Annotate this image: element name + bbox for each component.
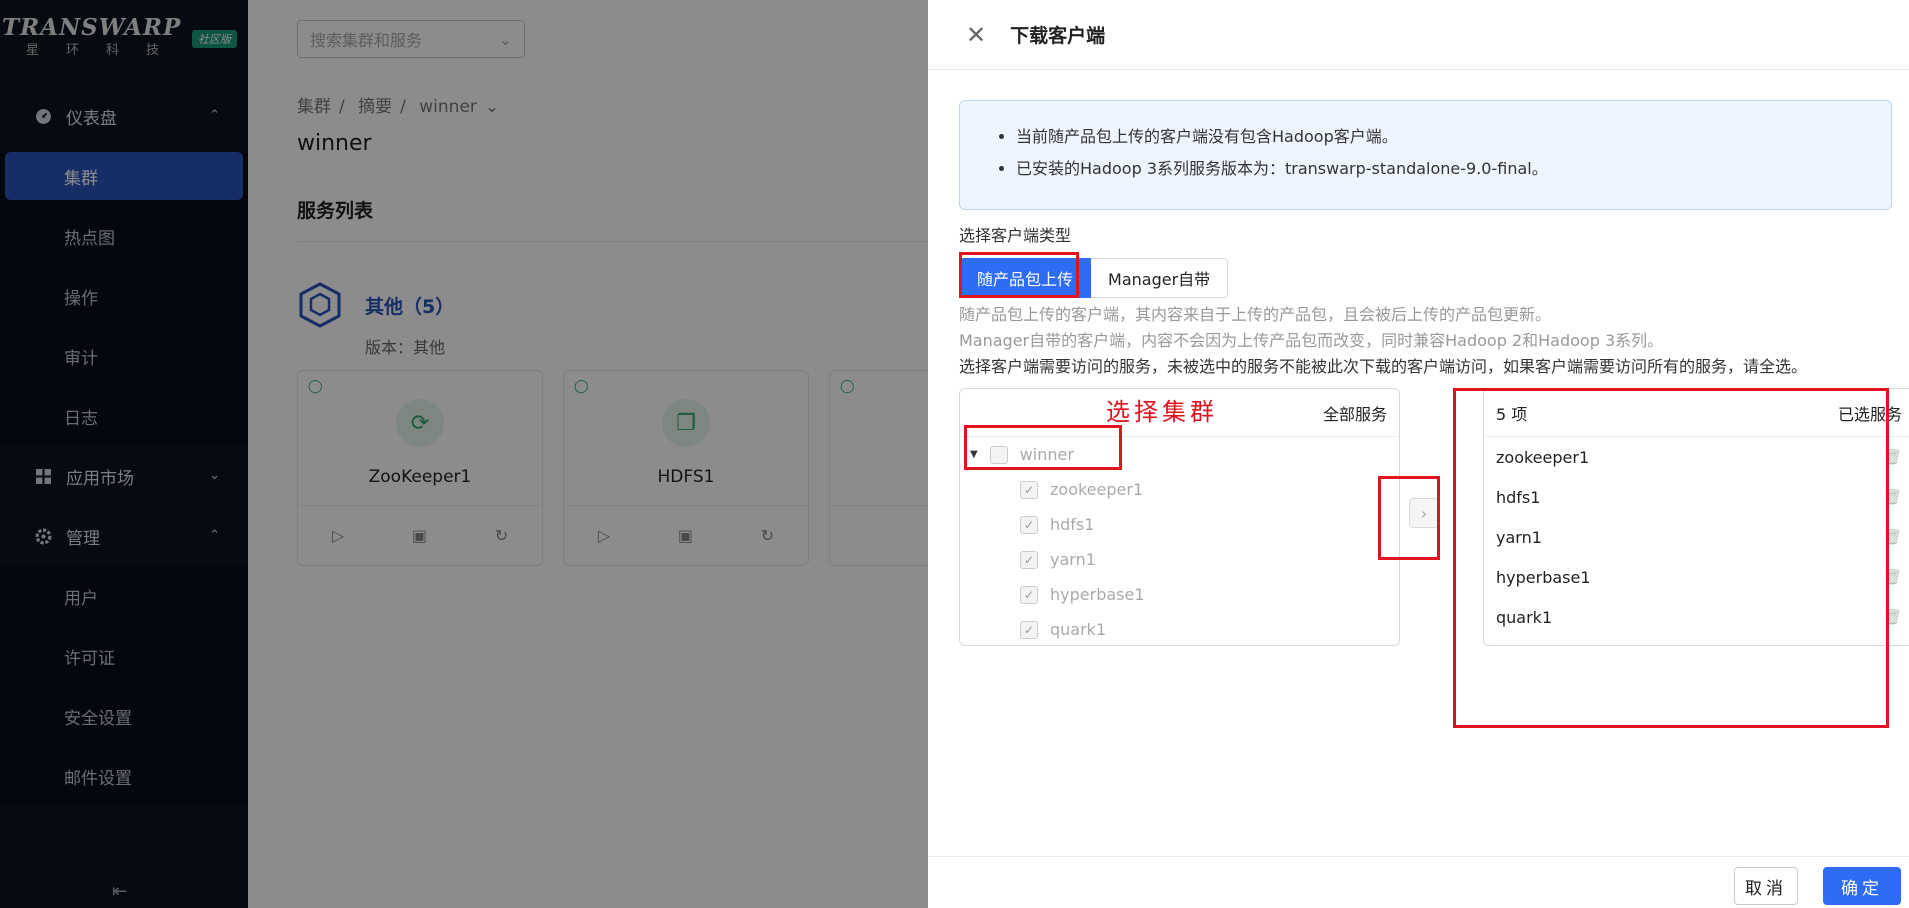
annotation-box bbox=[959, 252, 1079, 298]
hint-upload: 随产品包上传的客户端，其内容来自于上传的产品包，且会被后上传的产品包更新。 bbox=[959, 305, 1552, 324]
annotation-text: 选择集群 bbox=[1106, 398, 1218, 426]
tree-node-label: zookeeper1 bbox=[1050, 480, 1144, 499]
info-alert: 当前随产品包上传的客户端没有包含Hadoop客户端。 已安装的Hadoop 3系… bbox=[959, 100, 1892, 210]
drawer-header: ✕ 下载客户端 bbox=[928, 0, 1909, 70]
client-type-toggle: 随产品包上传 Manager自带 bbox=[959, 258, 1909, 298]
annotation-box bbox=[1378, 476, 1440, 560]
download-client-drawer: ✕ 下载客户端 当前随产品包上传的客户端没有包含Hadoop客户端。 已安装的H… bbox=[928, 0, 1909, 908]
annotation-box bbox=[964, 425, 1122, 470]
tree-node[interactable]: ✓ hyperbase1 bbox=[960, 577, 1399, 612]
checkbox-checked[interactable]: ✓ bbox=[1020, 585, 1038, 604]
annotation-box bbox=[1453, 388, 1889, 728]
tree-node[interactable]: ✓ zookeeper1 bbox=[960, 472, 1399, 507]
drawer-body: 当前随产品包上传的客户端没有包含Hadoop客户端。 已安装的Hadoop 3系… bbox=[928, 70, 1909, 728]
hint-manager: Manager自带的客户端，内容不会因为上传产品包而改变，同时兼容Hadoop … bbox=[959, 331, 1664, 350]
checkbox-checked[interactable]: ✓ bbox=[1020, 550, 1038, 569]
checkbox-checked[interactable]: ✓ bbox=[1020, 515, 1038, 534]
panel-title: 全部服务 bbox=[1322, 404, 1387, 424]
tree-node-label: hdfs1 bbox=[1050, 515, 1095, 534]
drawer-title: 下载客户端 bbox=[1010, 25, 1106, 47]
alert-item: 当前随产品包上传的客户端没有包含Hadoop客户端。 bbox=[1016, 123, 1891, 147]
confirm-button[interactable]: 确定 bbox=[1823, 867, 1901, 905]
tree-node[interactable]: ✓ hdfs1 bbox=[960, 507, 1399, 542]
checkbox-checked[interactable]: ✓ bbox=[1020, 480, 1038, 499]
close-icon[interactable]: ✕ bbox=[966, 21, 986, 49]
checkbox-checked[interactable]: ✓ bbox=[1020, 620, 1038, 639]
tree-node[interactable]: ✓ quark1 bbox=[960, 612, 1399, 647]
cancel-button[interactable]: 取消 bbox=[1734, 867, 1798, 905]
tree-node[interactable]: ✓ yarn1 bbox=[960, 542, 1399, 577]
drawer-footer: 取消 确定 bbox=[928, 856, 1909, 908]
hint-select-services: 选择客户端需要访问的服务，未被选中的服务不能被此次下载的客户端访问，如果客户端需… bbox=[959, 357, 1808, 376]
tree-node-label: hyperbase1 bbox=[1050, 585, 1145, 604]
tree-node-label: quark1 bbox=[1050, 620, 1107, 639]
modal-overlay[interactable] bbox=[0, 0, 928, 908]
tree-node-label: yarn1 bbox=[1050, 550, 1096, 569]
alert-item: 已安装的Hadoop 3系列服务版本为：transwarp-standalone… bbox=[1016, 155, 1891, 179]
toggle-manager-builtin[interactable]: Manager自带 bbox=[1091, 258, 1229, 298]
client-type-label: 选择客户端类型 bbox=[959, 226, 1072, 245]
